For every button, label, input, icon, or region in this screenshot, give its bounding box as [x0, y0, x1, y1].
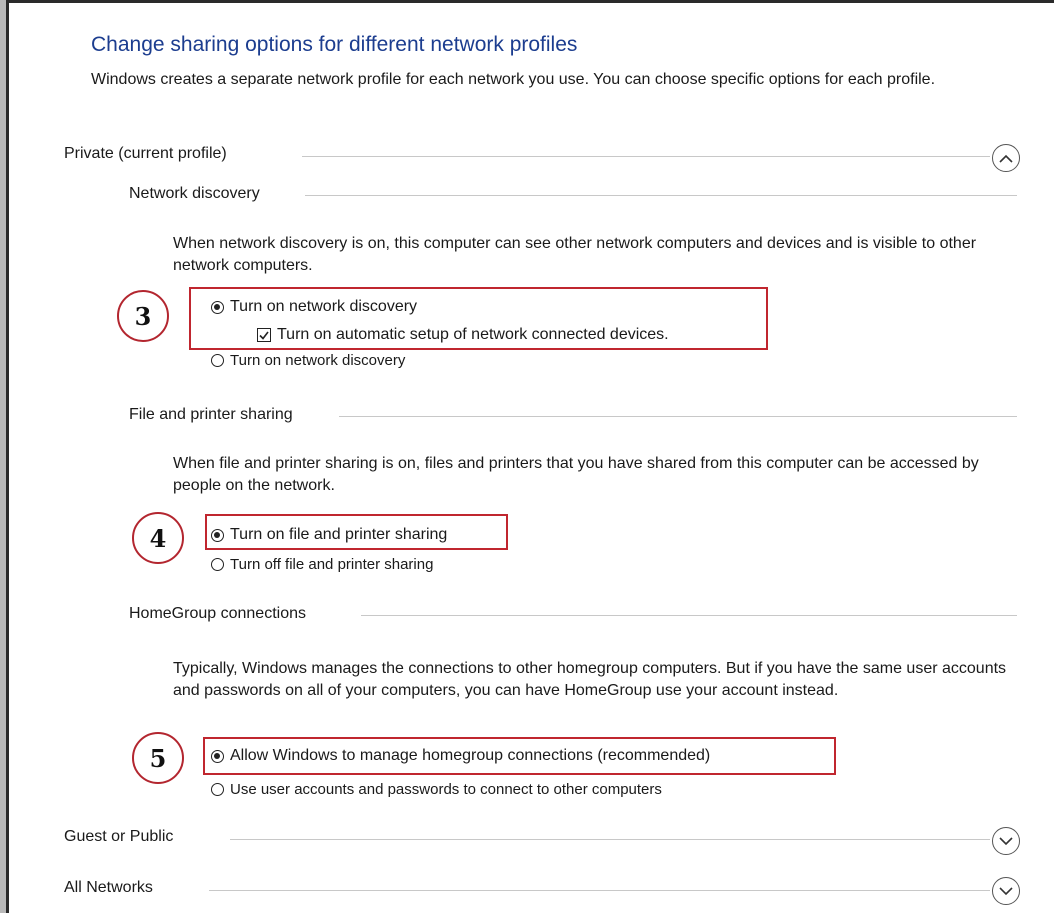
- divider: [339, 416, 1017, 417]
- page-description: Windows creates a separate network profi…: [91, 71, 936, 88]
- homegroup-heading: HomeGroup connections: [129, 605, 306, 622]
- profile-private-label: Private (current profile): [64, 145, 227, 162]
- homegroup-user-option[interactable]: Use user accounts and passwords to conne…: [211, 781, 662, 798]
- file-sharing-description: When file and printer sharing is on, fil…: [173, 455, 979, 494]
- network-discovery-heading: Network discovery: [129, 185, 260, 202]
- homegroup-description: Typically, Windows manages the connectio…: [173, 660, 1007, 699]
- option-label: Turn on network discovery: [230, 352, 406, 369]
- option-label: Turn off file and printer sharing: [230, 556, 434, 573]
- radio-empty-icon[interactable]: [211, 558, 224, 571]
- step-5-callout: 5: [132, 732, 184, 784]
- chevron-down-icon[interactable]: [992, 877, 1020, 905]
- page-title: Change sharing options for different net…: [91, 33, 578, 56]
- divider: [302, 156, 990, 157]
- sharing-options-window: Change sharing options for different net…: [6, 0, 1054, 913]
- divider: [305, 195, 1017, 196]
- divider: [361, 615, 1017, 616]
- file-sharing-off-option[interactable]: Turn off file and printer sharing: [211, 556, 433, 573]
- network-discovery-description: When network discovery is on, this compu…: [173, 235, 977, 274]
- highlight-box: [189, 287, 768, 350]
- radio-empty-icon[interactable]: [211, 354, 224, 367]
- highlight-box: [203, 737, 836, 775]
- step-3-callout: 3: [117, 290, 169, 342]
- highlight-box: [205, 514, 508, 550]
- file-sharing-heading: File and printer sharing: [129, 406, 293, 423]
- network-discovery-off-option[interactable]: Turn on network discovery: [211, 352, 405, 369]
- radio-empty-icon[interactable]: [211, 783, 224, 796]
- chevron-down-icon[interactable]: [992, 827, 1020, 855]
- profile-guest-label: Guest or Public: [64, 828, 174, 845]
- step-4-callout: 4: [132, 512, 184, 564]
- chevron-up-icon[interactable]: [992, 144, 1020, 172]
- divider: [209, 890, 990, 891]
- option-label: Use user accounts and passwords to conne…: [230, 781, 662, 798]
- profile-all-networks-label: All Networks: [64, 879, 153, 896]
- divider: [230, 839, 990, 840]
